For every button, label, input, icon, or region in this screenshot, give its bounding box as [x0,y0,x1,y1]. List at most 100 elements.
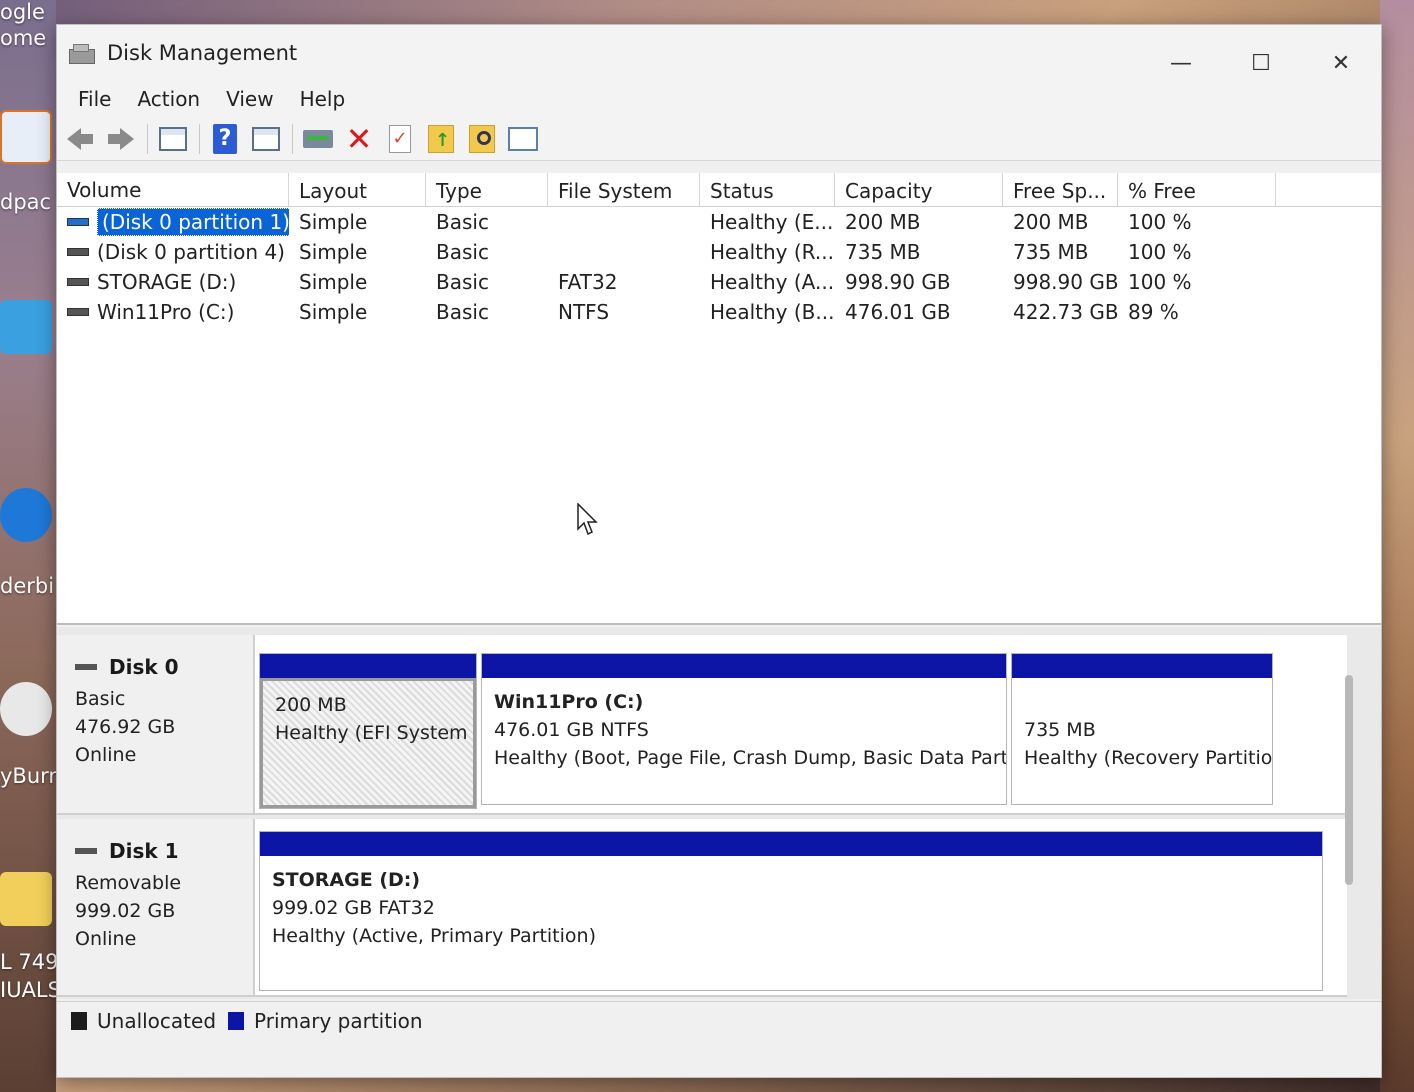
show-hide-console-tree-button[interactable] [156,122,190,156]
folder-search-icon [469,124,495,153]
forward-button[interactable] [104,122,138,156]
delete-icon: ✕ [345,119,373,158]
disk-1-info[interactable]: Disk 1 Removable 999.02 GB Online [57,819,255,995]
show-action-pane-button[interactable] [249,122,283,156]
volume-name: (Disk 0 partition 4) [97,240,285,264]
open-button[interactable]: ↑ [424,122,458,156]
type-cell: Basic [436,240,489,264]
volume-cell: (Disk 0 partition 4) [57,240,289,264]
primary-partition-bar [260,832,1322,856]
column-capacity[interactable]: Capacity [835,173,1003,206]
disk-view-scrollbar[interactable] [1345,675,1353,885]
desktop-label[interactable]: ome [0,26,46,50]
disk-0-info[interactable]: Disk 0 Basic 476.92 GB Online [57,635,255,813]
menu-view[interactable]: View [213,87,286,111]
column-volume[interactable]: Volume [57,173,289,206]
free-space-cell: 200 MB [1013,210,1089,234]
percent-free-cell: 100 % [1128,210,1192,234]
win11pro-partition[interactable]: Win11Pro (C:) 476.01 GB NTFS Healthy (Bo… [481,653,1007,805]
disk-icon [75,848,97,854]
type-cell: Basic [436,210,489,234]
checklist-icon: ✓ [389,124,411,153]
volume-cell: STORAGE (D:) [57,270,289,294]
free-space-cell: 735 MB [1013,240,1089,264]
primary-partition-bar [260,654,476,678]
volume-icon [67,308,89,316]
volume-row[interactable]: STORAGE (D:) Simple Basic FAT32 Healthy … [57,267,1381,297]
column-percent-free[interactable]: % Free [1118,173,1276,206]
explore-button[interactable] [465,122,499,156]
back-arrow-icon [67,127,81,150]
column-status[interactable]: Status [700,173,835,206]
desktop-right-strip [1380,0,1414,1092]
back-button[interactable] [63,122,97,156]
primary-partition-swatch [228,1011,245,1030]
partition-body: Win11Pro (C:) 476.01 GB NTFS Healthy (Bo… [482,678,1006,782]
toolbar: ? ✕ ✓ ↑ [57,117,1381,161]
volume-row[interactable]: (Disk 0 partition 1) Simple Basic Health… [57,207,1381,237]
forward-arrow-stem [108,133,120,144]
folder-icon[interactable] [0,872,52,926]
desktop-app-icon[interactable] [0,300,52,354]
forward-arrow-icon [120,127,134,150]
maximize-button[interactable]: ☐ [1221,45,1301,81]
file-system-cell: FAT32 [558,270,618,294]
desktop-label[interactable]: dpac [0,190,51,214]
partition-size: 476.01 GB NTFS [494,719,649,741]
volume-name: (Disk 0 partition 1) [97,208,289,236]
volume-row[interactable]: (Disk 0 partition 4) Simple Basic Health… [57,237,1381,267]
efi-partition[interactable]: 200 MB Healthy (EFI System [259,653,477,809]
free-space-cell: 422.73 GB [1013,300,1118,324]
recovery-partition[interactable]: 735 MB Healthy (Recovery Partitio [1011,653,1273,805]
legend-primary-partition: Primary partition [254,1008,423,1033]
menu-help[interactable]: Help [287,87,359,111]
delete-button[interactable]: ✕ [342,122,376,156]
column-file-system[interactable]: File System [548,173,700,206]
menu-action[interactable]: Action [124,87,213,111]
disk-graphical-view: Disk 0 Basic 476.92 GB Online 200 MB Hea… [57,627,1381,999]
desktop-label[interactable]: IUALS [0,978,61,1002]
disc-burner-icon[interactable] [0,682,52,736]
check-button[interactable]: ✓ [383,122,417,156]
connect-drive-button[interactable] [301,122,335,156]
mouse-pointer-icon [577,503,598,536]
title-bar[interactable]: Disk Management — ☐ ✕ [57,25,1381,81]
menu-file[interactable]: File [65,87,124,111]
storage-partition[interactable]: STORAGE (D:) 999.02 GB FAT32 Healthy (Ac… [259,831,1323,991]
close-button[interactable]: ✕ [1301,45,1381,81]
toolbar-separator [292,123,293,154]
properties-button[interactable] [506,122,540,156]
volume-icon [67,248,89,256]
disk-name: Disk 0 [109,655,179,679]
help-button[interactable]: ? [208,122,242,156]
partition-size: 999.02 GB FAT32 [272,897,435,919]
status-cell: Healthy (B... [710,300,835,324]
window-title: Disk Management [107,41,298,65]
partition-name: Win11Pro (C:) [494,691,644,713]
percent-free-cell: 89 % [1128,300,1179,324]
disk-icon [75,664,97,670]
partition-body: 200 MB Healthy (EFI System [260,678,476,808]
disk-0-row: Disk 0 Basic 476.92 GB Online 200 MB Hea… [57,635,1347,815]
volume-row[interactable]: Win11Pro (C:) Simple Basic NTFS Healthy … [57,297,1381,327]
desktop-label[interactable]: yBurn [0,764,62,788]
desktop-app-icon[interactable] [0,110,52,164]
thunderbird-icon[interactable] [0,488,52,542]
help-icon: ? [213,123,237,154]
column-free-space[interactable]: Free Sp... [1003,173,1118,206]
column-type[interactable]: Type [426,173,548,206]
file-system-cell: NTFS [558,300,610,324]
disk-size: 476.92 GB [75,716,176,738]
desktop-label[interactable]: ogle [0,0,45,24]
minimize-button[interactable]: — [1141,45,1221,81]
capacity-cell: 735 MB [845,240,921,264]
column-layout[interactable]: Layout [289,173,426,206]
disk-name: Disk 1 [109,839,179,863]
desktop-label[interactable]: derbi [0,574,54,598]
layout-cell: Simple [299,300,368,324]
capacity-cell: 998.90 GB [845,270,951,294]
layout-cell: Simple [299,270,368,294]
action-pane-icon [252,126,280,151]
primary-partition-bar [1012,654,1272,678]
folder-up-icon: ↑ [428,124,454,153]
